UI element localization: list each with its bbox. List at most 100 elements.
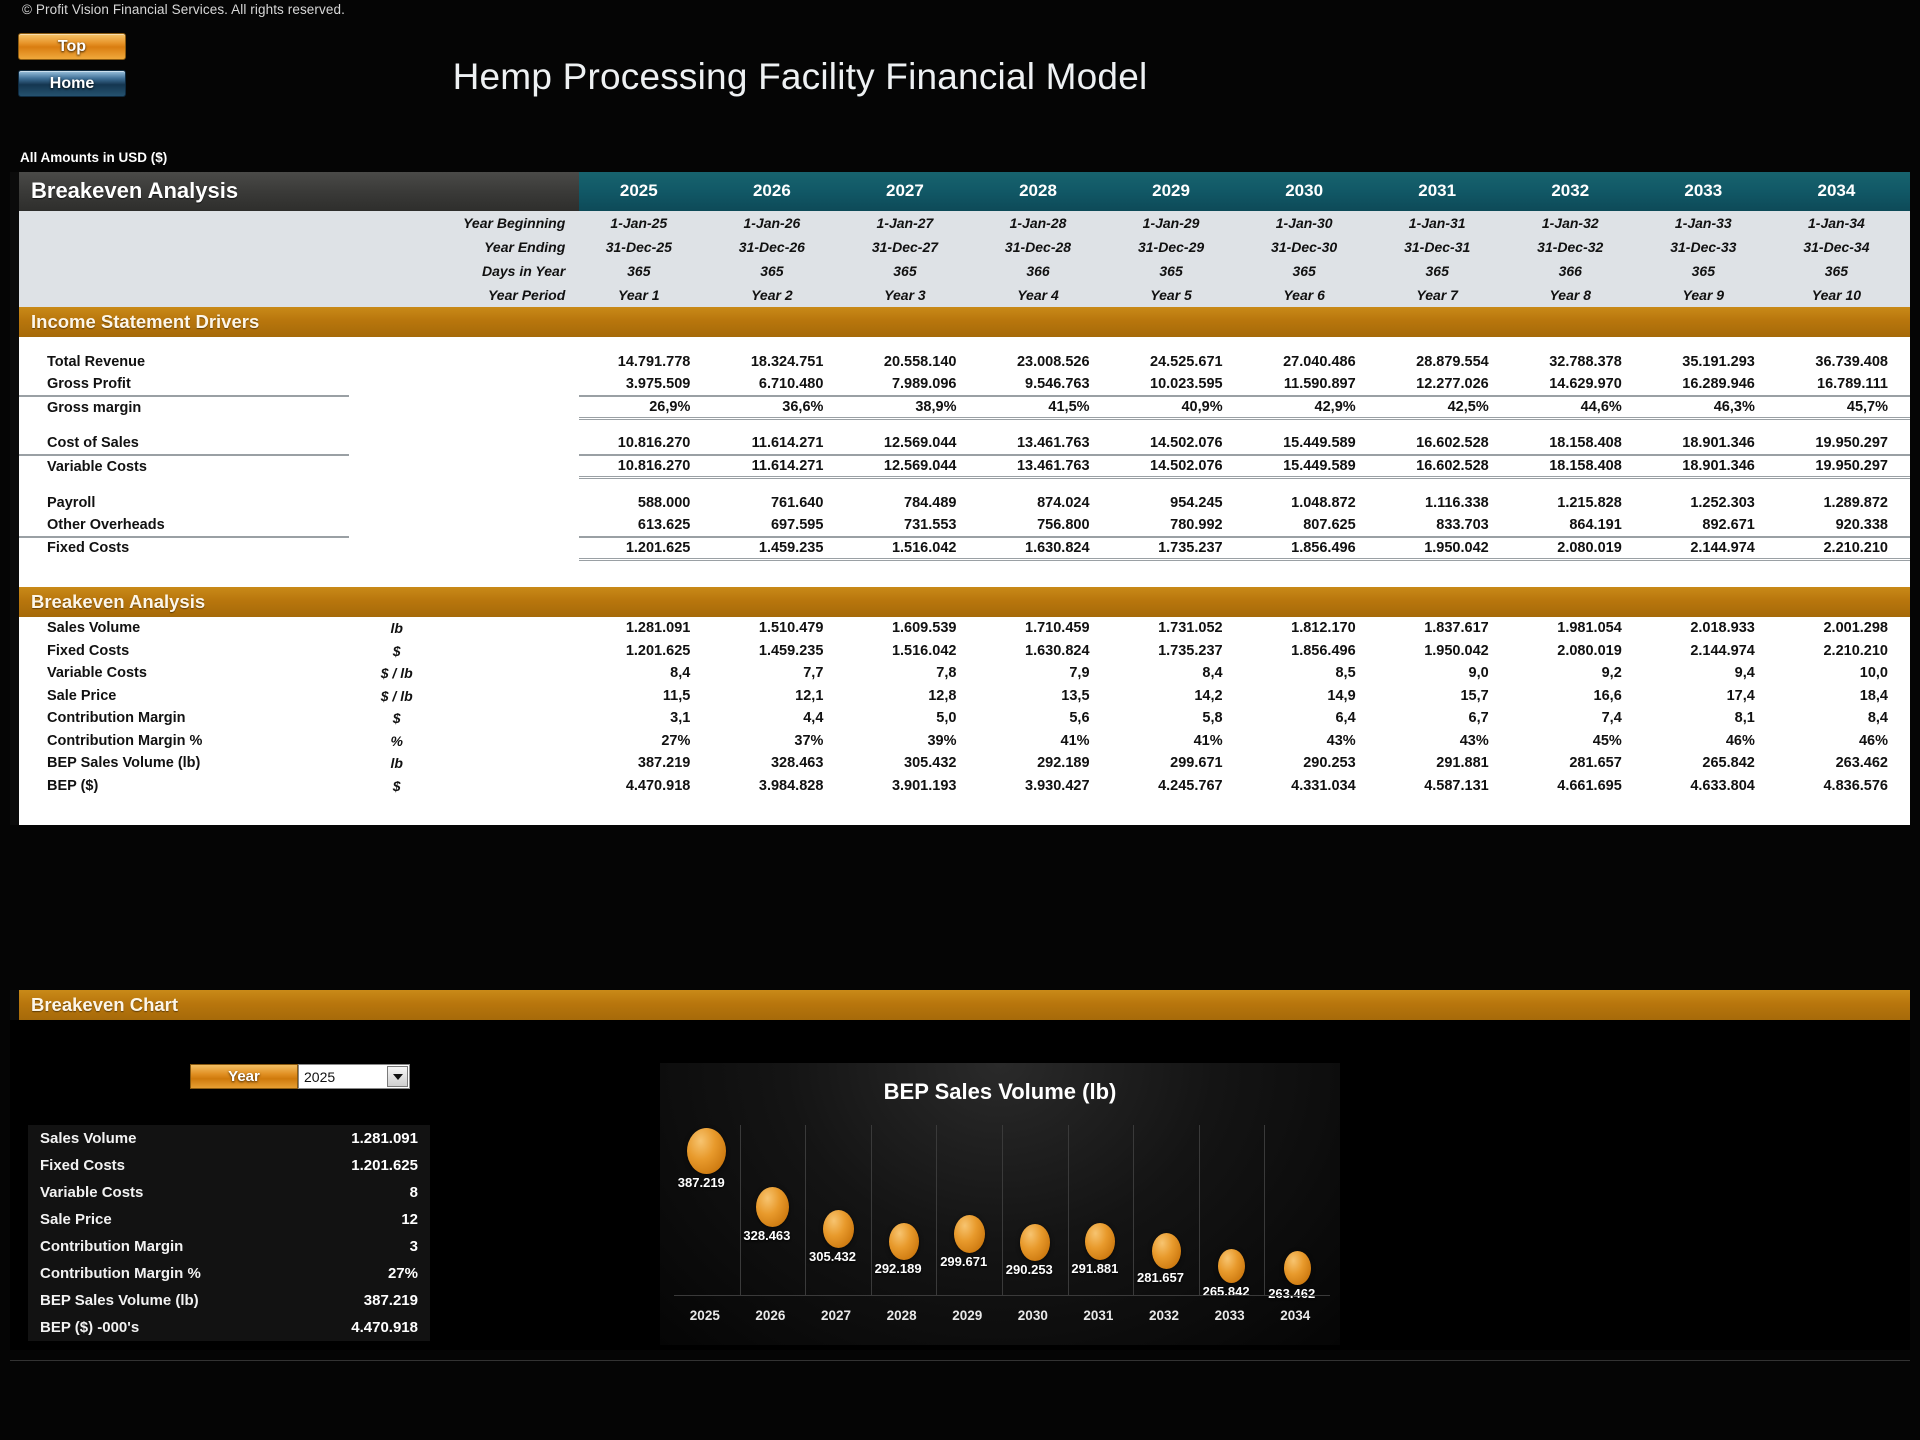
row-value: 3.930.427 <box>978 774 1112 797</box>
date-row-value: 365 <box>1643 259 1777 283</box>
row-value: 16,6 <box>1510 684 1644 707</box>
row-value: 17,4 <box>1643 684 1777 707</box>
summary-row: Fixed Costs 1.201.625 <box>28 1152 430 1179</box>
row-value: 328.463 <box>712 752 846 775</box>
date-row-value: 31-Dec-25 <box>579 235 713 259</box>
chart-x-tick: 2032 <box>1149 1308 1180 1323</box>
date-row-value: Year 3 <box>845 283 979 307</box>
row-value: 14,9 <box>1244 684 1378 707</box>
row-value: 756.800 <box>978 514 1112 537</box>
table-row: Variable Costs $ / lb 8,4 7,7 7,8 7,9 8,4 8,5 9,… <box>19 662 1910 685</box>
table-row: Fixed Costs 1.201.625 1.459.235 1.516.042 1.… <box>19 535 1910 561</box>
summary-value: 12 <box>401 1211 418 1228</box>
row-value: 697.595 <box>712 514 846 537</box>
row-unit: lb <box>349 752 445 775</box>
year-header-2031: 2031 <box>1377 172 1511 211</box>
row-value: 39% <box>845 729 979 752</box>
row-label: Fixed Costs <box>19 535 350 559</box>
summary-value: 1.281.091 <box>351 1130 418 1147</box>
date-row-value: Year 1 <box>579 283 713 307</box>
date-row-value: 365 <box>579 259 713 283</box>
row-value: 9,2 <box>1510 662 1644 685</box>
table-row: Gross Profit 3.975.509 6.710.480 7.989.096 9… <box>19 373 1910 396</box>
row-value: 1.459.235 <box>712 639 846 662</box>
date-row-value: 31-Dec-33 <box>1643 235 1777 259</box>
chart-data-point <box>953 1214 985 1253</box>
year-picker[interactable]: Year 2025 <box>190 1064 410 1089</box>
date-row-label: Year Beginning <box>444 211 580 235</box>
row-value: 7,7 <box>712 662 846 685</box>
row-value: 2.144.974 <box>1643 535 1777 561</box>
chart-data-point <box>755 1186 789 1227</box>
row-value: 41% <box>978 729 1112 752</box>
chart-title: BEP Sales Volume (lb) <box>883 1079 1117 1104</box>
row-value: 15.449.589 <box>1244 432 1378 455</box>
row-value: 16.602.528 <box>1377 454 1511 479</box>
chart-plot-area: 387.219 328.463 305.432 292.189 299.671 290.2… <box>674 1125 1330 1301</box>
date-row-value: Year 8 <box>1510 283 1644 307</box>
summary-value: 1.201.625 <box>351 1157 418 1174</box>
summary-row: BEP ($) -000's 4.470.918 <box>28 1314 430 1341</box>
row-value: 10.816.270 <box>579 432 713 455</box>
year-button[interactable]: Year <box>190 1064 298 1089</box>
row-value: 1.837.617 <box>1377 617 1511 640</box>
chart-data-label: 387.219 <box>677 1175 725 1191</box>
band-pad2 <box>349 211 445 235</box>
row-value: 46,3% <box>1643 395 1777 420</box>
date-row-value: 1-Jan-30 <box>1244 211 1378 235</box>
row-value: 1.735.237 <box>1111 535 1245 561</box>
row-label: Fixed Costs <box>19 639 350 662</box>
row-value: 12,1 <box>712 684 846 707</box>
date-row-value: 365 <box>1244 259 1378 283</box>
row-value: 18.901.346 <box>1643 432 1777 455</box>
financial-sheet: Breakeven Analysis 2025 2026 2027 2028 2029 20… <box>10 172 1910 825</box>
row-value: 4,4 <box>712 707 846 730</box>
table-row: BEP ($) $4.470.918 3.984.828 3.901.193 3.930… <box>19 774 1910 797</box>
row-value: 14.791.778 <box>579 351 713 374</box>
row-value: 19.950.297 <box>1776 432 1910 455</box>
row-value: 45% <box>1510 729 1644 752</box>
chart-data-label: 263.462 <box>1268 1286 1316 1302</box>
chart-gridline <box>1002 1125 1003 1295</box>
row-value: 42,9% <box>1244 395 1378 420</box>
row-value: 6.710.480 <box>712 373 846 396</box>
row-value: 1.048.872 <box>1244 491 1378 514</box>
year-header-2028: 2028 <box>978 172 1112 211</box>
row-value: 14,2 <box>1111 684 1245 707</box>
row-value: 1.812.170 <box>1244 617 1378 640</box>
row-value: 305.432 <box>845 752 979 775</box>
row-value: 833.703 <box>1377 514 1511 537</box>
row-value: 8,4 <box>1111 662 1245 685</box>
chart-data-point <box>687 1128 727 1175</box>
breakeven-table: Breakeven Analysis 2025 2026 2027 2028 2029 20… <box>19 172 1910 825</box>
date-row-value: 1-Jan-25 <box>579 211 713 235</box>
chart-data-label: 290.253 <box>1005 1262 1053 1278</box>
chart-gridline <box>1133 1125 1135 1295</box>
spacer-row <box>19 337 1910 351</box>
row-value: 1.731.052 <box>1111 617 1245 640</box>
summary-label: Contribution Margin % <box>40 1265 201 1282</box>
row-value: 12.569.044 <box>845 454 979 479</box>
chart-x-tick: 2029 <box>952 1308 983 1323</box>
date-row-value: 365 <box>1377 259 1511 283</box>
table-row: BEP Sales Volume (lb) lb 387.219 328.463 305… <box>19 752 1910 775</box>
breakeven-section-banner-label: Breakeven Analysis <box>19 587 1910 617</box>
row-label: Contribution Margin <box>19 707 350 730</box>
row-value: 784.489 <box>845 491 979 514</box>
year-select[interactable]: 2025 <box>298 1064 410 1089</box>
date-row-value: 31-Dec-32 <box>1510 235 1644 259</box>
date-row-value: 366 <box>1510 259 1644 283</box>
row-value: 2.080.019 <box>1510 535 1644 561</box>
band-pad <box>19 259 350 283</box>
row-value: 43% <box>1244 729 1378 752</box>
spacer-row <box>19 797 1910 811</box>
row-value: 12,8 <box>845 684 979 707</box>
chevron-down-icon[interactable] <box>387 1066 408 1087</box>
chart-data-label: 281.657 <box>1137 1270 1184 1286</box>
table-row: Gross margin 26,9% 36,6% 38,9% 41,5% 40,9% 42,… <box>19 395 1910 420</box>
year-header-2034: 2034 <box>1776 172 1910 211</box>
summary-row: Variable Costs 8 <box>28 1179 430 1206</box>
date-row-value: 365 <box>1111 259 1245 283</box>
spacer-row <box>19 811 1910 825</box>
summary-label: BEP Sales Volume (lb) <box>40 1292 199 1309</box>
